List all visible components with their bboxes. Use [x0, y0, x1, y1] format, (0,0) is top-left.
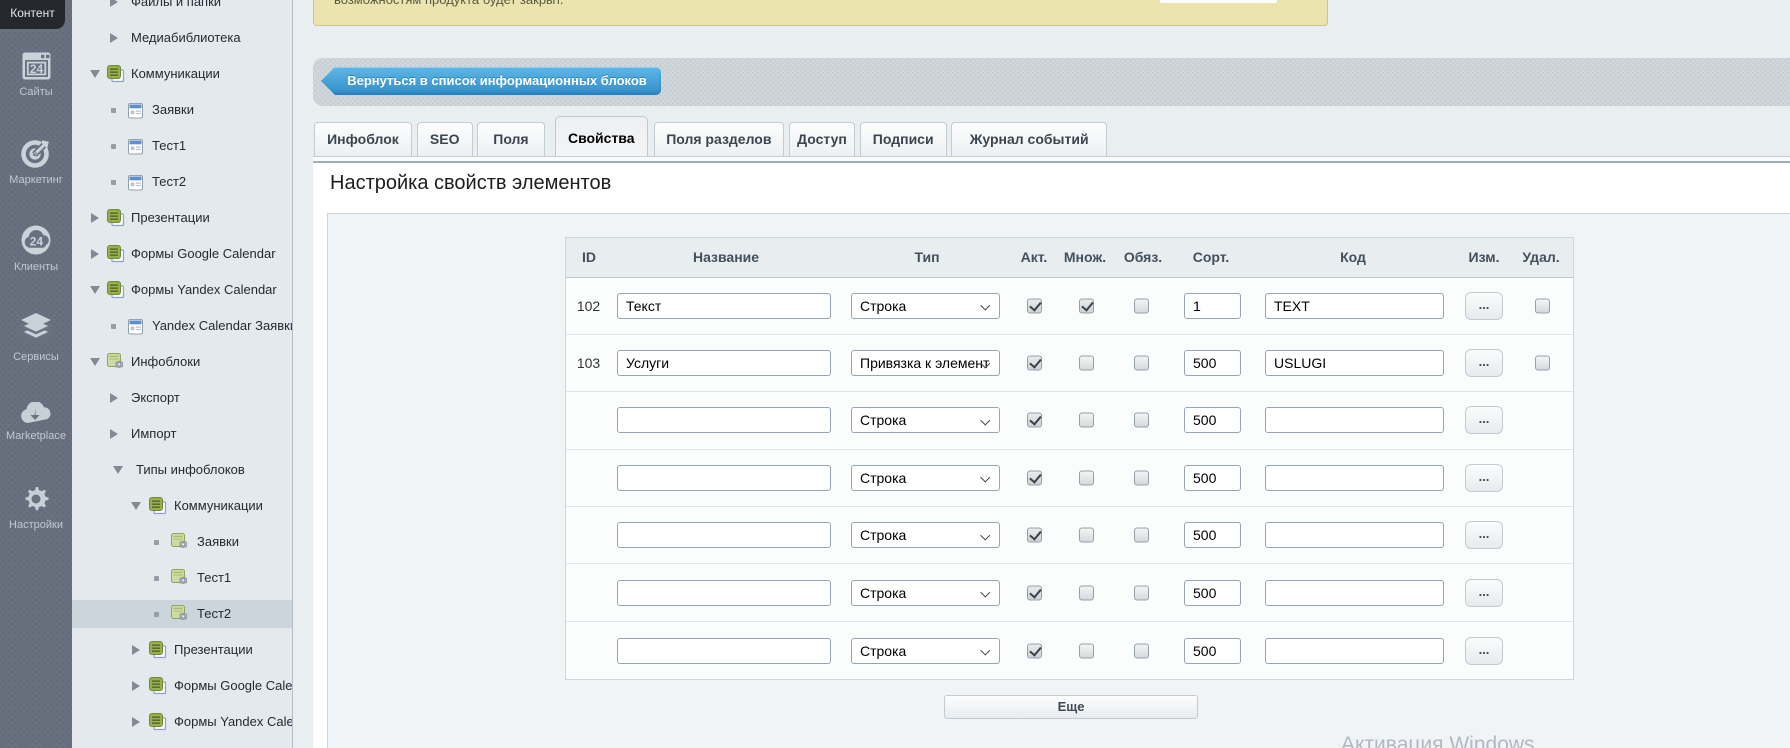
svg-text:24: 24	[30, 235, 44, 249]
svg-text:24: 24	[29, 62, 43, 76]
